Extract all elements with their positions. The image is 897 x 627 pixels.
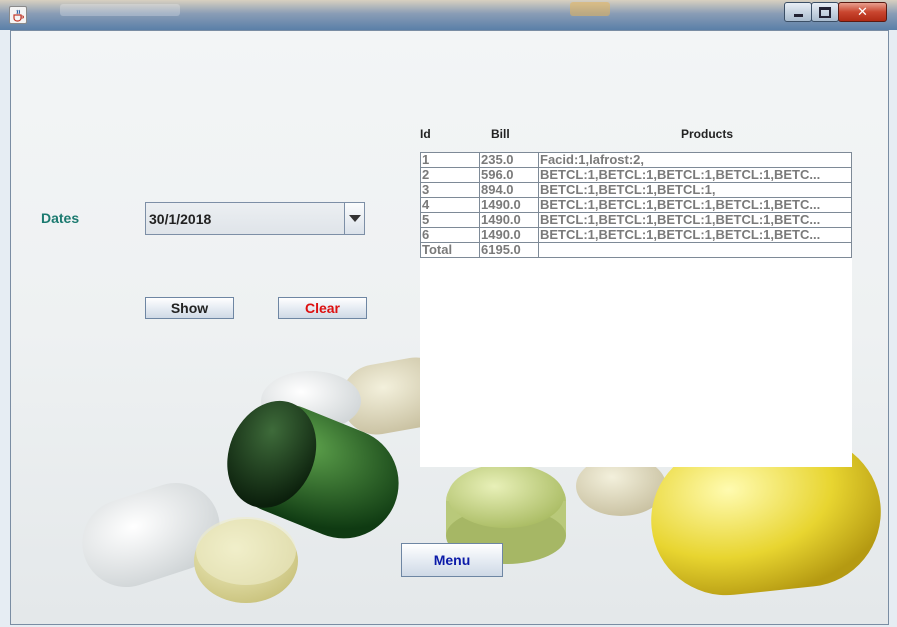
title-bar[interactable]: ✕ — [0, 0, 897, 30]
show-button[interactable]: Show — [145, 297, 234, 319]
cell-id[interactable]: 4 — [420, 197, 480, 213]
column-header-id[interactable]: Id — [420, 127, 431, 141]
java-cup-icon[interactable] — [9, 6, 27, 24]
table-header: Id Bill Products — [420, 121, 852, 150]
cell-bill[interactable]: 6195.0 — [479, 242, 539, 258]
cell-bill[interactable]: 596.0 — [479, 167, 539, 183]
cell-id[interactable]: 5 — [420, 212, 480, 228]
menu-button[interactable]: Menu — [401, 543, 503, 577]
cell-products[interactable] — [538, 242, 852, 258]
client-area: Dates 30/1/2018 Show Clear Id Bill Produ… — [10, 30, 889, 625]
cell-products[interactable]: BETCL:1,BETCL:1,BETCL:1,BETCL:1,BETC... — [538, 227, 852, 243]
cell-products[interactable]: BETCL:1,BETCL:1,BETCL:1, — [538, 182, 852, 198]
table-row[interactable]: 5 1490.0 BETCL:1,BETCL:1,BETCL:1,BETCL:1,B… — [420, 212, 852, 228]
minimize-button[interactable] — [784, 2, 812, 22]
clear-button[interactable]: Clear — [278, 297, 367, 319]
cell-id[interactable]: Total — [420, 242, 480, 258]
title-bar-reflection — [60, 4, 180, 16]
cell-bill[interactable]: 1490.0 — [479, 227, 539, 243]
title-bar-reflection — [570, 2, 610, 16]
chevron-down-icon[interactable] — [344, 203, 364, 234]
maximize-icon — [812, 3, 838, 21]
close-icon: ✕ — [857, 4, 868, 20]
table-row[interactable]: 4 1490.0 BETCL:1,BETCL:1,BETCL:1,BETCL:1,B… — [420, 197, 852, 213]
dates-label: Dates — [41, 210, 80, 226]
cell-products[interactable]: Facid:1,lafrost:2, — [538, 152, 852, 168]
table-row[interactable]: 3 894.0 BETCL:1,BETCL:1,BETCL:1, — [420, 182, 852, 198]
cell-bill[interactable]: 235.0 — [479, 152, 539, 168]
cell-id[interactable]: 6 — [420, 227, 480, 243]
cell-bill[interactable]: 894.0 — [479, 182, 539, 198]
cell-id[interactable]: 3 — [420, 182, 480, 198]
cell-id[interactable]: 1 — [420, 152, 480, 168]
cell-products[interactable]: BETCL:1,BETCL:1,BETCL:1,BETCL:1,BETC... — [538, 197, 852, 213]
bills-table: Id Bill Products 1 235.0 Facid:1,lafrost:2… — [420, 121, 852, 467]
maximize-button[interactable] — [811, 2, 839, 22]
cell-id[interactable]: 2 — [420, 167, 480, 183]
column-header-products[interactable]: Products — [681, 127, 733, 141]
table-row[interactable]: 6 1490.0 BETCL:1,BETCL:1,BETCL:1,BETCL:1,B… — [420, 227, 852, 243]
table-row[interactable]: 2 596.0 BETCL:1,BETCL:1,BETCL:1,BETCL:1,BE… — [420, 167, 852, 183]
table-row[interactable]: 1 235.0 Facid:1,lafrost:2, — [420, 152, 852, 168]
table-total-row[interactable]: Total 6195.0 — [420, 242, 852, 258]
application-window: ✕ Dates 30/1/2018 Show Clear Id Bill Pro… — [0, 0, 897, 627]
table-body[interactable]: 1 235.0 Facid:1,lafrost:2, 2 596.0 BETCL:1,BE… — [420, 152, 852, 467]
cell-products[interactable]: BETCL:1,BETCL:1,BETCL:1,BETCL:1,BETC... — [538, 212, 852, 228]
date-select[interactable]: 30/1/2018 — [145, 202, 365, 235]
column-header-bill[interactable]: Bill — [491, 127, 510, 141]
minimize-icon — [785, 3, 811, 21]
close-button[interactable]: ✕ — [838, 2, 887, 22]
cell-products[interactable]: BETCL:1,BETCL:1,BETCL:1,BETCL:1,BETC... — [538, 167, 852, 183]
date-select-value: 30/1/2018 — [149, 211, 212, 227]
cell-bill[interactable]: 1490.0 — [479, 212, 539, 228]
cell-bill[interactable]: 1490.0 — [479, 197, 539, 213]
